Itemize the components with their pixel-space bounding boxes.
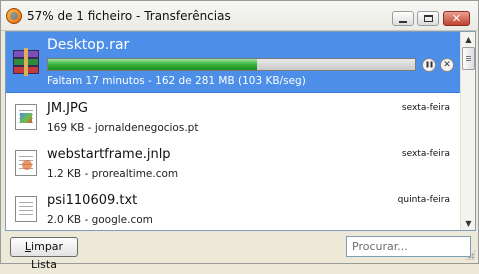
download-status: 2.0 KB - google.com xyxy=(47,214,153,226)
search-input[interactable] xyxy=(346,236,471,257)
close-icon: ✕ xyxy=(451,12,462,25)
scroll-down-icon[interactable]: ▼ xyxy=(462,216,475,230)
download-item[interactable]: JM.JPG 169 KB - jornaldenegocios.pt sext… xyxy=(6,94,460,141)
jnlp-file-icon xyxy=(15,150,37,176)
txt-file-icon xyxy=(15,196,37,222)
download-progress-fill xyxy=(48,59,258,70)
list-scrollbar[interactable]: ▲ ▼ xyxy=(460,32,475,230)
scroll-up-icon[interactable]: ▲ xyxy=(462,32,475,46)
download-status: Faltam 17 minutos - 162 de 281 MB (103 K… xyxy=(47,75,306,87)
clear-list-button[interactable]: Limpar Lista xyxy=(10,237,78,271)
download-status: 169 KB - jornaldenegocios.pt xyxy=(47,122,199,134)
download-progress-bar xyxy=(47,58,416,71)
minimize-icon xyxy=(399,20,407,23)
download-status: 1.2 KB - prorealtime.com xyxy=(47,168,179,180)
download-item[interactable]: psi110609.txt 2.0 KB - google.com quinta… xyxy=(6,186,460,230)
download-date: sexta-feira xyxy=(401,103,450,113)
window-title: 57% de 1 ficheiro - Transferências xyxy=(27,9,231,23)
download-filename: psi110609.txt xyxy=(47,193,138,208)
cancel-icon: ✕ xyxy=(443,59,451,70)
download-date: quinta-feira xyxy=(397,195,450,205)
minimize-button[interactable] xyxy=(392,11,414,26)
download-filename: JM.JPG xyxy=(47,101,88,116)
close-button[interactable]: ✕ xyxy=(443,11,470,26)
download-filename: Desktop.rar xyxy=(47,37,130,53)
jpg-file-icon xyxy=(15,104,37,130)
pause-button[interactable]: ❚❚ xyxy=(422,58,436,72)
clear-list-label: impar Lista xyxy=(31,240,64,271)
download-filename: webstartframe.jnlp xyxy=(47,147,171,162)
downloads-list[interactable]: Desktop.rar ❚❚ ✕ Faltam 17 minutos - 162… xyxy=(5,31,476,231)
download-item-active[interactable]: Desktop.rar ❚❚ ✕ Faltam 17 minutos - 162… xyxy=(6,32,460,93)
download-date: sexta-feira xyxy=(401,149,450,159)
firefox-icon xyxy=(6,8,22,24)
download-item[interactable]: webstartframe.jnlp 1.2 KB - prorealtime.… xyxy=(6,140,460,187)
downloads-window: 57% de 1 ficheiro - Transferências ✕ Des… xyxy=(0,0,479,271)
maximize-button[interactable] xyxy=(417,11,439,26)
cancel-button[interactable]: ✕ xyxy=(440,58,454,72)
maximize-icon xyxy=(423,15,433,22)
rar-archive-icon xyxy=(13,48,39,76)
scrollbar-thumb[interactable] xyxy=(462,47,475,70)
pause-icon: ❚❚ xyxy=(424,61,434,68)
title-bar[interactable]: 57% de 1 ficheiro - Transferências ✕ xyxy=(1,1,478,31)
